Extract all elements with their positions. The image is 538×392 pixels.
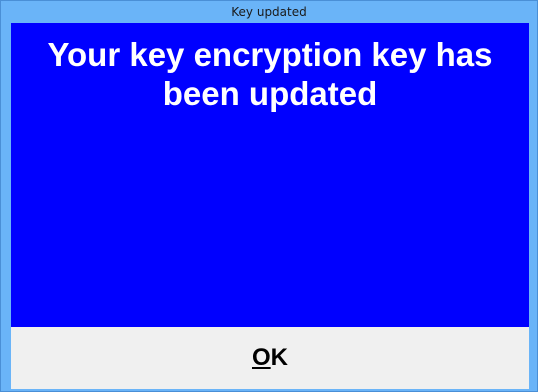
dialog-window: Key updated Your key encryption key has … xyxy=(0,0,538,392)
ok-button-mnemonic: O xyxy=(251,344,271,371)
message-text: Your key encryption key has been updated xyxy=(47,36,493,112)
ok-button-label-rest: K xyxy=(270,344,288,371)
button-bar: OK xyxy=(11,327,529,389)
message-panel: Your key encryption key has been updated xyxy=(11,23,529,327)
window-title: Key updated xyxy=(231,5,307,19)
ok-button[interactable]: OK xyxy=(240,344,300,372)
title-bar[interactable]: Key updated xyxy=(1,1,537,23)
